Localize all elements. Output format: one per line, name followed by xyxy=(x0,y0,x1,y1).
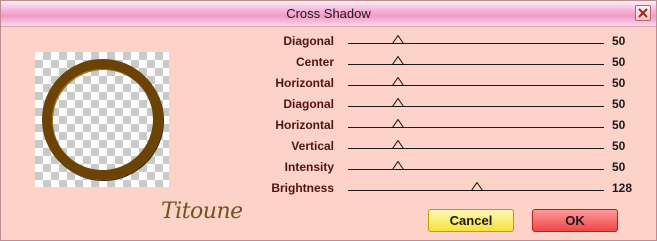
slider-track[interactable] xyxy=(348,169,604,170)
signature-logo: Titoune xyxy=(161,199,243,224)
slider-thumb[interactable] xyxy=(392,35,405,44)
slider-label: Diagonal xyxy=(283,34,334,48)
slider-row: Intensity 50 xyxy=(1,157,656,178)
slider-label: Intensity xyxy=(284,160,334,174)
slider-row: Diagonal 50 xyxy=(1,31,656,52)
slider-thumb[interactable] xyxy=(392,77,405,86)
cross-shadow-dialog: Cross Shadow Titoune Diagonal 50 Center … xyxy=(0,0,657,241)
slider-label: Brightness xyxy=(271,181,334,195)
slider-label: Center xyxy=(295,55,334,69)
slider-row: Horizontal 50 xyxy=(1,73,656,94)
slider-track[interactable] xyxy=(348,85,604,86)
slider-value: 50 xyxy=(612,139,626,153)
slider-track[interactable] xyxy=(348,127,604,128)
close-icon xyxy=(638,8,648,18)
window-title: Cross Shadow xyxy=(286,6,371,21)
slider-row: Diagonal 50 xyxy=(1,94,656,115)
close-button[interactable] xyxy=(635,5,651,21)
slider-value: 50 xyxy=(612,55,626,69)
slider-row: Center 50 xyxy=(1,52,656,73)
slider-value: 128 xyxy=(612,181,633,195)
slider-thumb[interactable] xyxy=(392,98,405,107)
ok-button[interactable]: OK xyxy=(532,209,618,232)
slider-value: 50 xyxy=(612,34,626,48)
slider-thumb[interactable] xyxy=(392,161,405,170)
slider-row: Vertical 50 xyxy=(1,136,656,157)
slider-track[interactable] xyxy=(348,148,604,149)
slider-value: 50 xyxy=(612,118,626,132)
slider-value: 50 xyxy=(612,160,626,174)
slider-row: Brightness 128 xyxy=(1,178,656,199)
slider-thumb[interactable] xyxy=(470,182,483,191)
slider-label: Diagonal xyxy=(283,97,334,111)
cancel-button[interactable]: Cancel xyxy=(428,209,514,232)
title-bar[interactable]: Cross Shadow xyxy=(1,1,656,27)
slider-label: Horizontal xyxy=(275,76,334,90)
slider-track[interactable] xyxy=(348,64,604,65)
slider-thumb[interactable] xyxy=(392,140,405,149)
slider-row: Horizontal 50 xyxy=(1,115,656,136)
slider-value: 50 xyxy=(612,97,626,111)
slider-track[interactable] xyxy=(348,43,604,44)
slider-thumb[interactable] xyxy=(392,119,405,128)
slider-label: Vertical xyxy=(291,139,334,153)
slider-value: 50 xyxy=(612,76,626,90)
slider-track[interactable] xyxy=(348,106,604,107)
slider-thumb[interactable] xyxy=(392,56,405,65)
slider-label: Horizontal xyxy=(275,118,334,132)
